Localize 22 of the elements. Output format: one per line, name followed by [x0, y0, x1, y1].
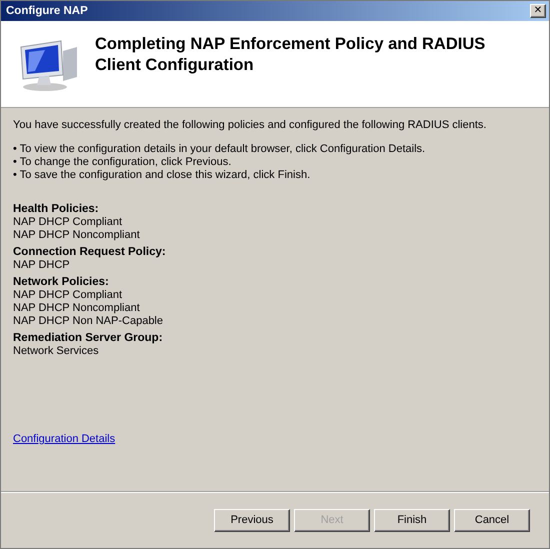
- window-title: Configure NAP: [6, 5, 88, 17]
- policy-item: NAP DHCP Noncompliant: [13, 302, 141, 315]
- configuration-details-link[interactable]: Configuration Details: [13, 433, 116, 445]
- intro-text: You have successfully created the following policies and configured the following RADIUS clients.: [13, 119, 488, 132]
- section-heading: Connection Request Policy:: [13, 246, 167, 259]
- wizard-button[interactable]: Previous: [214, 508, 290, 532]
- close-button[interactable]: ✕: [530, 4, 546, 18]
- instruction-text: • To change the configuration, click Previous.: [13, 156, 232, 169]
- wizard-heading: Completing NAP Enforcement Policy and RADIUS Client Configuration: [95, 34, 486, 76]
- policy-item: NAP DHCP Compliant: [13, 216, 124, 229]
- policy-item: NAP DHCP Non NAP-Capable: [13, 315, 164, 328]
- policy-item: NAP DHCP Noncompliant: [13, 229, 141, 242]
- section-heading: Remediation Server Group:: [13, 332, 164, 345]
- policy-item: NAP DHCP: [13, 259, 71, 272]
- section-heading: Network Policies:: [13, 276, 110, 289]
- policy-item: NAP DHCP Compliant: [13, 289, 124, 302]
- wizard-button[interactable]: Cancel: [454, 508, 530, 532]
- section-heading: Health Policies:: [13, 203, 100, 216]
- instruction-text: • To save the configuration and close this wizard, click Finish.: [13, 169, 312, 182]
- wizard-button[interactable]: Finish: [374, 508, 450, 532]
- policy-item: Network Services: [13, 345, 100, 358]
- instruction-text: • To view the configuration details in your default browser, click Configuration Details.: [13, 143, 426, 156]
